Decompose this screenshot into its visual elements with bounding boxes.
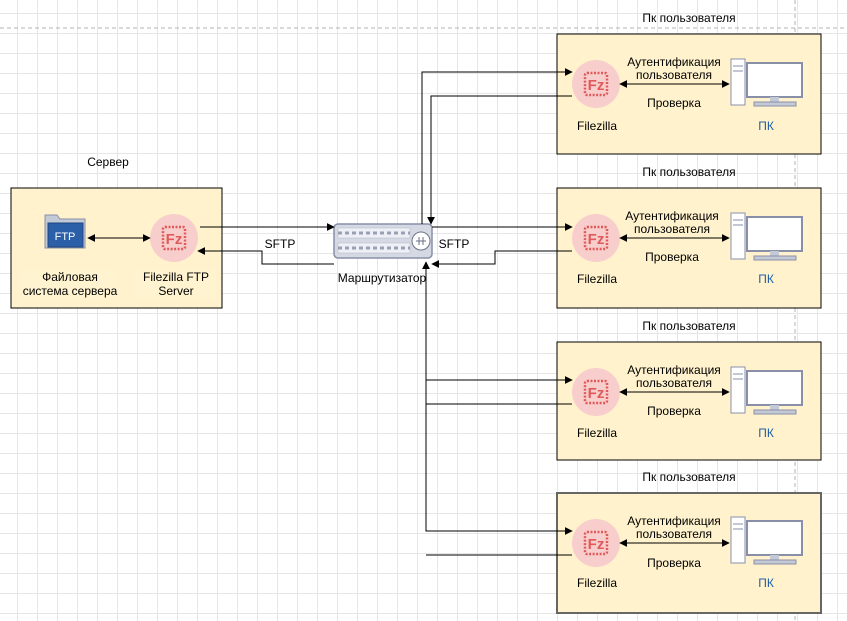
fs-label: Файловая система сервера: [22, 270, 118, 298]
pc-label-4: ПК: [758, 576, 774, 590]
svg-text:Fz: Fz: [588, 77, 605, 94]
client-label-4: Filezilla: [576, 576, 617, 590]
ftp-folder-icon: FTP: [44, 214, 86, 249]
filezilla-server-label: Filezilla FTP Server: [136, 270, 216, 298]
check-label-1: Проверка: [647, 96, 701, 110]
auth-label-4: Аутентификация пользователя: [627, 514, 721, 541]
sftp-label-left: SFTP: [264, 237, 296, 251]
filezilla-client-icon-1: Fz: [572, 60, 620, 108]
auth-label-1: Аутентификация пользователя: [627, 55, 721, 82]
user-pc-title-3: Пк пользователя: [642, 319, 736, 333]
connector-router-client-3: [422, 261, 573, 384]
svg-text:FTP: FTP: [55, 231, 76, 243]
pc-label-3: ПК: [758, 426, 774, 440]
check-label-2: Проверка: [645, 250, 699, 264]
filezilla-client-icon-2: Fz: [572, 214, 620, 262]
filezilla-client-icon-4: Fz: [572, 519, 620, 567]
check-label-4: Проверка: [647, 556, 701, 570]
connector-router-to-client-1: [421, 68, 573, 224]
connector-router-to-client-4: [425, 380, 573, 535]
check-label-3: Проверка: [647, 404, 701, 418]
client-label-1: Filezilla: [576, 119, 617, 133]
client-label-2: Filezilla: [576, 272, 617, 286]
server-title: Сервер: [87, 155, 129, 169]
user-pc-title-1: Пк пользователя: [642, 11, 736, 25]
sftp-label-right: SFTP: [438, 237, 470, 251]
router-icon: [333, 223, 433, 259]
connector-client-2-to-router: [431, 250, 572, 268]
pc-label-2: ПК: [758, 272, 774, 286]
svg-text:Fz: Fz: [588, 385, 605, 402]
auth-label-3: Аутентификация пользователя: [627, 363, 721, 390]
connector-client-1-to-router: [427, 95, 572, 225]
filezilla-client-icon-3: Fz: [572, 368, 620, 416]
svg-text:Fz: Fz: [588, 231, 605, 248]
svg-text:Fz: Fz: [588, 536, 605, 553]
pc-label-1: ПК: [758, 119, 774, 133]
auth-label-2: Аутентификация пользователя: [625, 209, 719, 236]
user-pc-title-4: Пк пользователя: [642, 470, 736, 484]
filezilla-server-icon: Fz: [150, 214, 198, 262]
client-label-3: Filezilla: [576, 426, 617, 440]
svg-text:Fz: Fz: [166, 231, 183, 248]
router-label: Маршрутизатор: [337, 271, 427, 285]
user-pc-title-2: Пк пользователя: [642, 165, 736, 179]
